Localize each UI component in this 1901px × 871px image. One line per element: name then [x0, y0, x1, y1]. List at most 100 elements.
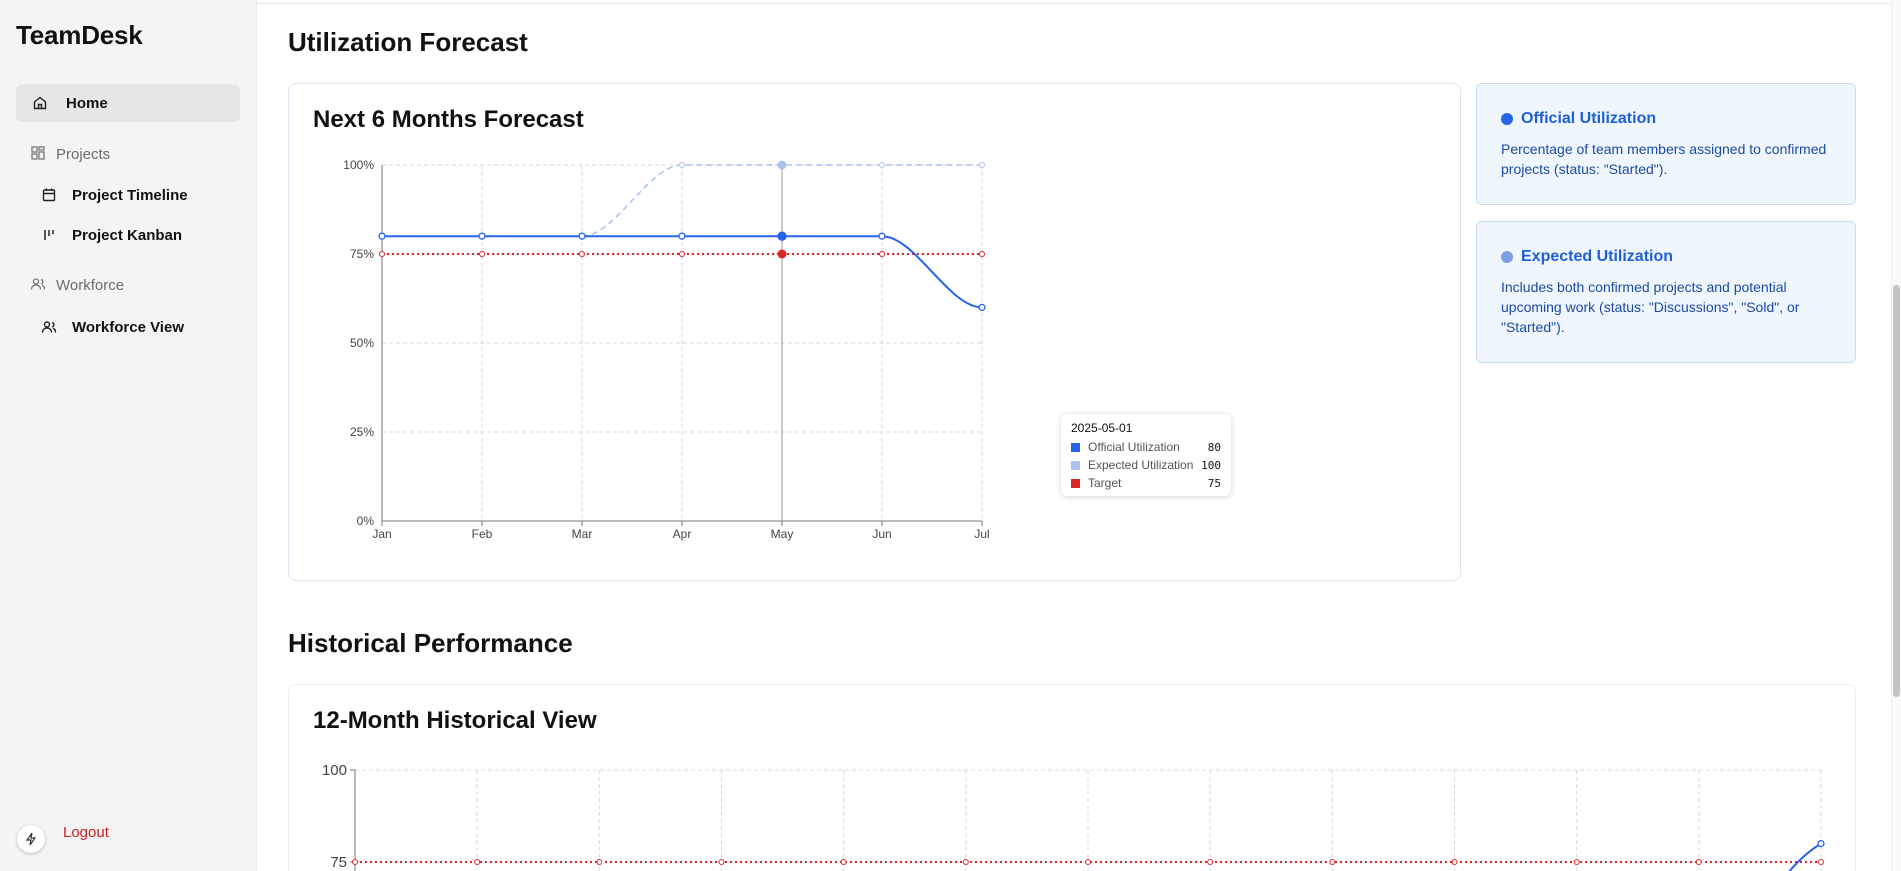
forecast-chart[interactable]: 0% 25% 50% 75% 100% Jan Feb Mar Apr May Jun Jul — [309, 146, 1029, 566]
data-point-target — [1695, 859, 1702, 865]
x-tick-label: Mar — [572, 527, 593, 541]
logout-button[interactable]: Logout — [63, 824, 109, 841]
x-tick-label: Feb — [472, 527, 493, 541]
series-line-official-utilization — [1788, 842, 1822, 871]
data-point-official-utilization — [978, 303, 986, 312]
sidebar-item-label: Home — [66, 94, 108, 112]
tooltip-value: 100 — [1201, 458, 1221, 472]
forecast-card-title: Next 6 Months Forecast — [313, 106, 584, 133]
sidebar-item-project-kanban[interactable]: Project Kanban — [16, 216, 240, 254]
kanban-icon — [40, 226, 58, 244]
forecast-card: Next 6 Months Forecast 0% 25% 50% 75% 100% Ja… — [288, 83, 1461, 581]
sidebar-group-workforce: Workforce — [30, 276, 124, 294]
sidebar-item-label: Workforce View — [72, 318, 184, 336]
historical-heading: Historical Performance — [288, 628, 573, 658]
tooltip-swatch — [1071, 478, 1080, 488]
y-tick-label: 50% — [350, 336, 374, 350]
sidebar-group-label: Workforce — [56, 276, 125, 294]
tooltip-label: Target — [1088, 476, 1122, 490]
users-icon — [40, 318, 58, 336]
data-point-target — [718, 859, 725, 865]
data-point-target — [879, 251, 885, 257]
scrollbar-thumb[interactable] — [1893, 285, 1900, 697]
data-point-expected-utilization — [879, 162, 885, 168]
blue-dot-icon — [1501, 113, 1513, 125]
data-point-official-utilization — [878, 232, 886, 240]
data-point-official-utilization — [678, 232, 686, 240]
data-point-target — [474, 859, 481, 865]
data-point-target — [679, 251, 685, 257]
tooltip-row-target: Target 75 — [1071, 475, 1221, 491]
expected-utilization-description: Includes both confirmed projects and pot… — [1501, 279, 1800, 335]
users-icon — [30, 276, 48, 294]
y-tick-label: 75 — [330, 854, 347, 871]
data-point-expected-utilization — [679, 162, 685, 168]
sidebar-item-home[interactable]: Home — [16, 84, 240, 122]
chart-tooltip: 2025-05-01 Official Utilization 80 Expec… — [1061, 414, 1231, 496]
sidebar-item-label: Project Timeline — [72, 186, 188, 204]
tooltip-label: Official Utilization — [1088, 440, 1180, 454]
bolt-icon[interactable] — [17, 825, 45, 853]
x-tick-label: Jul — [974, 527, 989, 541]
data-point-target — [579, 251, 585, 257]
scrollbar[interactable] — [1891, 0, 1901, 871]
main-content: Utilization Forecast Next 6 Months Forec… — [257, 0, 1892, 871]
data-point-target — [596, 859, 603, 865]
data-point-expected-utilization — [979, 162, 985, 168]
data-point-target — [962, 859, 969, 865]
header-divider — [257, 0, 1892, 4]
grid-icon — [30, 145, 48, 163]
data-point-target — [1207, 859, 1214, 865]
x-tick-label: Jan — [372, 527, 391, 541]
historical-card-title: 12-Month Historical View — [313, 707, 597, 734]
official-utilization-description: Percentage of team members assigned to c… — [1501, 141, 1827, 177]
tooltip-swatch — [1071, 460, 1080, 470]
sidebar-group-projects: Projects — [30, 145, 110, 163]
y-tick-label: 0% — [357, 514, 375, 528]
data-point-target — [1329, 859, 1336, 865]
data-point-official-utilization — [578, 232, 586, 240]
expected-utilization-card: Expected Utilization Includes both confi… — [1476, 221, 1856, 363]
tooltip-swatch — [1071, 442, 1080, 452]
tooltip-value: 80 — [1207, 440, 1221, 454]
data-point-target — [479, 251, 485, 257]
app-brand: TeamDesk — [16, 20, 143, 50]
calendar-icon — [40, 186, 58, 204]
x-tick-label: Apr — [673, 527, 692, 541]
sidebar-item-project-timeline[interactable]: Project Timeline — [16, 176, 240, 214]
tooltip-date: 2025-05-01 — [1071, 421, 1133, 435]
y-tick-label: 75% — [350, 247, 374, 261]
sidebar: TeamDesk Home Projects Project Timeline … — [0, 0, 257, 871]
official-utilization-title-text: Official Utilization — [1521, 110, 1657, 127]
home-icon — [31, 94, 49, 112]
data-point-official-utilization — [378, 232, 386, 240]
data-point-target — [777, 249, 787, 259]
data-point-target — [979, 251, 985, 257]
sidebar-item-label: Project Kanban — [72, 226, 183, 244]
data-point-target — [1573, 859, 1580, 865]
data-point-target — [1451, 859, 1458, 865]
y-tick-label: 100% — [343, 158, 374, 172]
expected-utilization-title: Expected Utilization — [1501, 248, 1673, 266]
x-tick-label: May — [771, 527, 794, 541]
y-tick-label: 100 — [322, 762, 347, 779]
x-tick-label: Jun — [872, 527, 891, 541]
tooltip-value: 75 — [1207, 476, 1221, 490]
data-point-target — [1085, 859, 1091, 865]
historical-chart[interactable]: 100 75 — [289, 749, 1849, 871]
data-point-target — [840, 859, 847, 865]
data-point-target — [1818, 859, 1824, 865]
data-point-official-utilization — [777, 231, 787, 241]
data-point-expected-utilization — [777, 160, 787, 170]
tooltip-row-expected: Expected Utilization 100 — [1071, 457, 1221, 473]
sidebar-item-workforce-view[interactable]: Workforce View — [16, 308, 240, 346]
official-utilization-title: Official Utilization — [1501, 110, 1656, 128]
light-blue-dot-icon — [1501, 251, 1513, 263]
data-point-target — [379, 251, 385, 257]
official-utilization-card: Official Utilization Percentage of team … — [1476, 83, 1856, 205]
forecast-heading: Utilization Forecast — [288, 27, 528, 57]
tooltip-row-official: Official Utilization 80 — [1071, 439, 1221, 455]
data-point-official-utilization — [1817, 839, 1825, 848]
data-point-target — [352, 859, 358, 865]
tooltip-label: Expected Utilization — [1088, 458, 1194, 472]
